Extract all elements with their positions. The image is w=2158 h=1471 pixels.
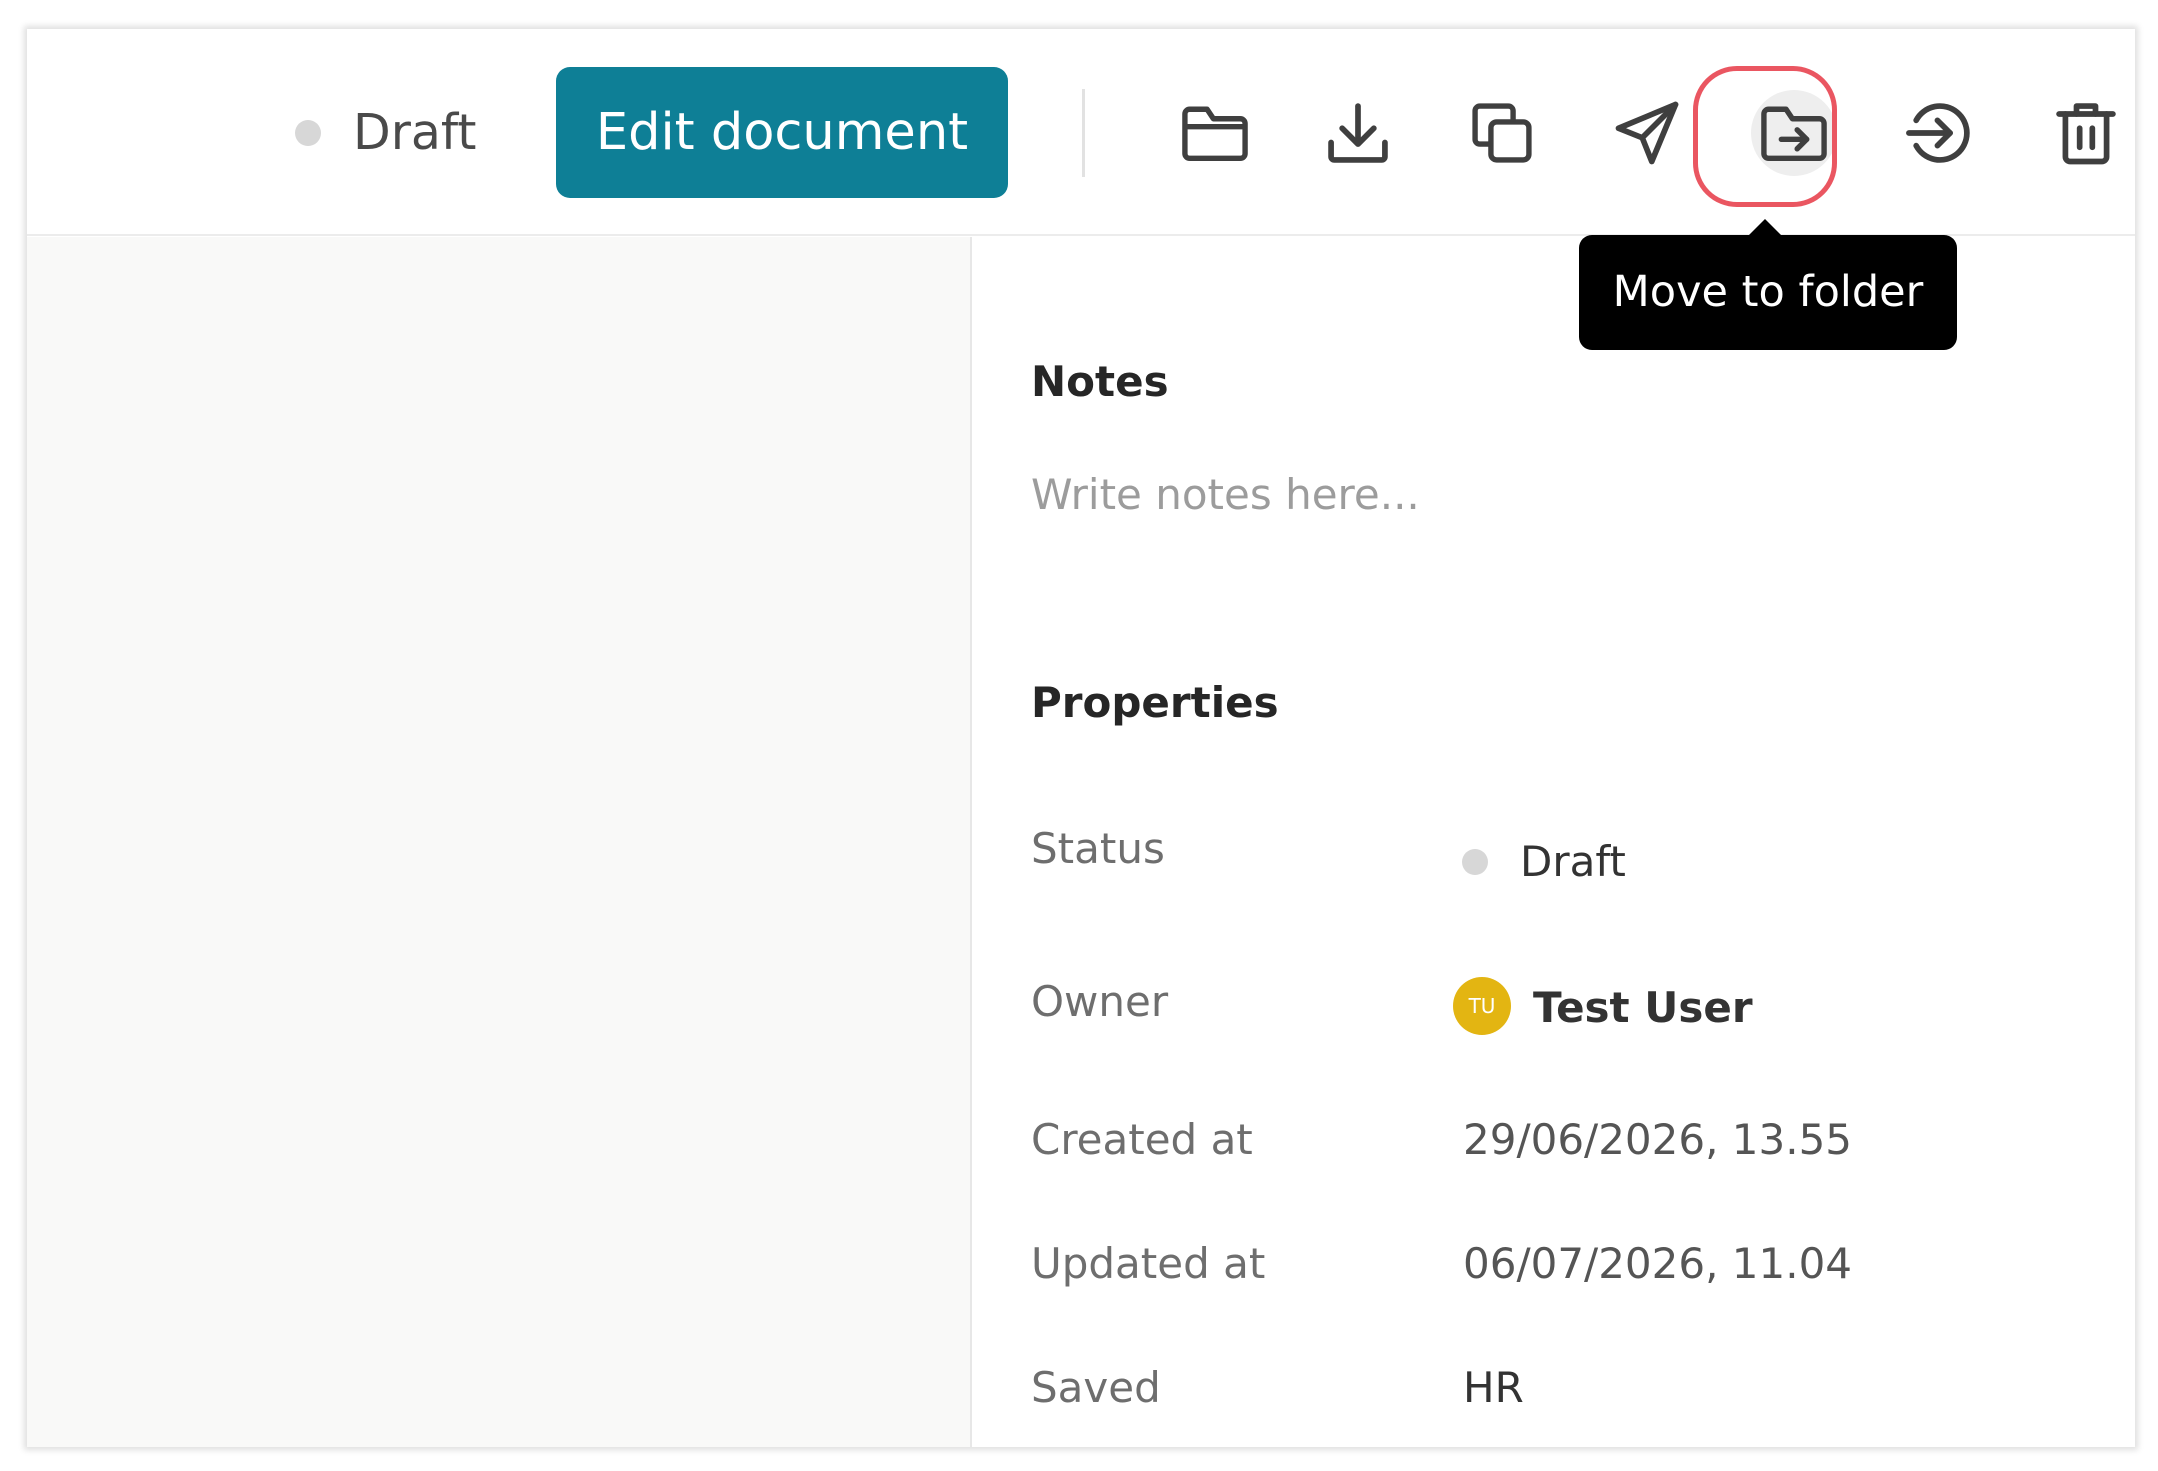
avatar: TU [1453, 977, 1511, 1035]
saved-label: Saved [1031, 1363, 1161, 1412]
status-label: Status [1031, 824, 1165, 873]
trash-icon [2056, 103, 2116, 165]
notes-input[interactable]: Write notes here... [1031, 470, 1420, 519]
folder-button[interactable] [1172, 90, 1258, 176]
pane-divider [970, 237, 972, 1447]
properties-heading: Properties [1031, 678, 1279, 727]
document-preview-pane [27, 237, 970, 1447]
document-status: Draft [353, 104, 477, 161]
status-value-dot [1462, 849, 1488, 875]
created-at-label: Created at [1031, 1115, 1253, 1164]
notes-heading: Notes [1031, 357, 1169, 406]
owner-value[interactable]: Test User [1533, 983, 1753, 1032]
folder-icon [1182, 106, 1248, 162]
copy-icon [1472, 103, 1532, 163]
status-indicator-dot [295, 120, 321, 146]
updated-at-label: Updated at [1031, 1239, 1266, 1288]
sign-in-button[interactable] [1896, 90, 1982, 176]
owner-label: Owner [1031, 977, 1169, 1026]
updated-at-value: 06/07/2026, 11.04 [1463, 1239, 1853, 1288]
document-window: Draft Edit document Move to folder Notes… [27, 29, 2135, 1447]
edit-document-button[interactable]: Edit document [556, 67, 1008, 198]
send-icon [1615, 101, 1679, 165]
status-value[interactable]: Draft [1520, 837, 1626, 886]
move-to-folder-tooltip: Move to folder [1579, 235, 1957, 350]
download-button[interactable] [1315, 90, 1401, 176]
toolbar: Draft Edit document [27, 29, 2135, 236]
sign-in-icon [1906, 103, 1970, 163]
created-at-value: 29/06/2026, 13.55 [1463, 1115, 1853, 1164]
highlight-ring [1693, 66, 1837, 207]
copy-button[interactable] [1459, 90, 1545, 176]
saved-value: HR [1463, 1363, 1524, 1412]
delete-button[interactable] [2043, 90, 2129, 176]
send-button[interactable] [1604, 90, 1690, 176]
toolbar-divider [1082, 89, 1085, 177]
download-icon [1328, 103, 1388, 163]
